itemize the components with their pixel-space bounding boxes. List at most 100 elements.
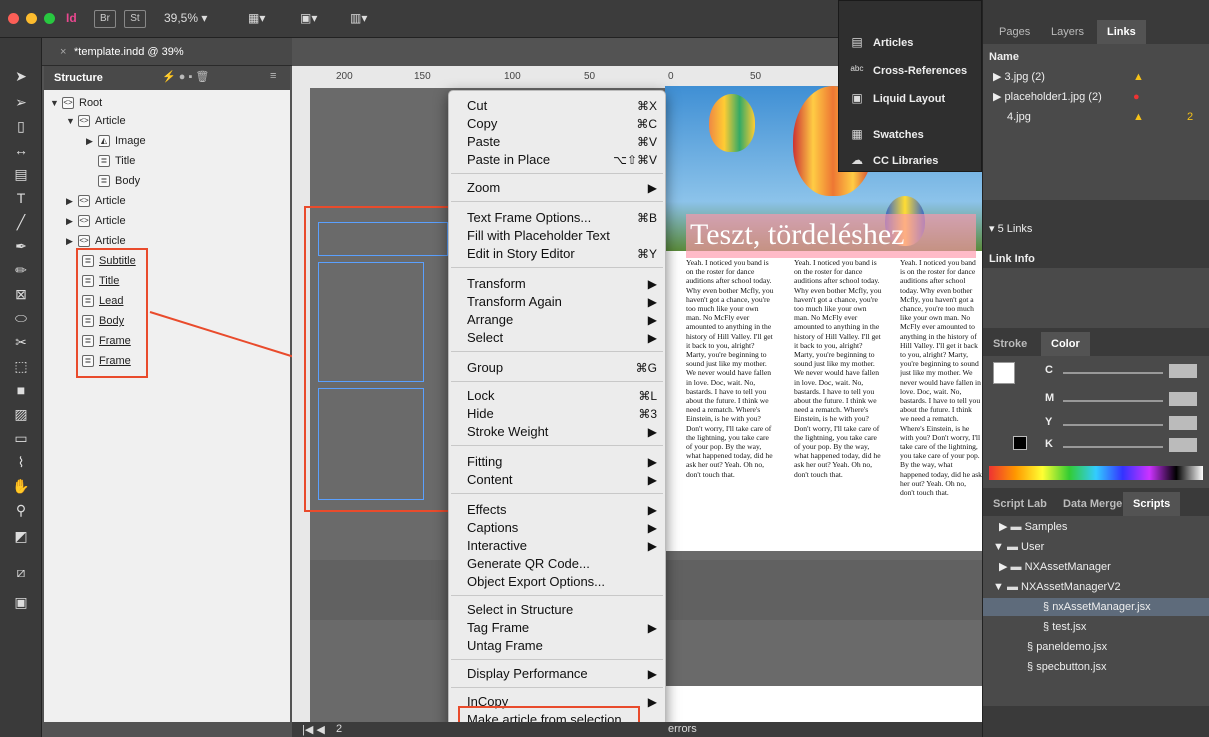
status-bar: |◀ ◀ 2 errors <box>292 722 982 737</box>
menu-item-display-performance[interactable]: Display Performance ▶ <box>467 665 657 683</box>
menu-item-select-in-structure[interactable]: Select in Structure <box>467 601 657 619</box>
script-paneldemo[interactable]: § paneldemo.jsx <box>1027 638 1107 656</box>
menu-separator <box>451 659 663 660</box>
link-info-area <box>983 268 1209 328</box>
links-name-column[interactable]: Name <box>989 48 1019 66</box>
tab-links[interactable]: Links <box>1097 20 1146 44</box>
menu-item-transform-again[interactable]: Transform Again ▶ <box>467 293 657 311</box>
menu-item-generate-qr-code[interactable]: Generate QR Code... <box>467 555 657 573</box>
tab-data-merge[interactable]: Data Merge <box>1053 492 1132 516</box>
menu-item-content[interactable]: Content ▶ <box>467 471 657 489</box>
headline-text: Teszt, tördeléshez <box>690 218 905 251</box>
ruler-tick: 150 <box>414 71 431 82</box>
cc-libraries-panel-button[interactable]: CC Libraries <box>873 155 938 167</box>
color-spectrum-bar[interactable] <box>989 466 1203 480</box>
menu-item-arrange[interactable]: Arrange ▶ <box>467 311 657 329</box>
menu-item-group[interactable]: Group ⌘G <box>467 359 657 377</box>
menu-item-interactive[interactable]: Interactive ▶ <box>467 537 657 555</box>
script-specbutton[interactable]: § specbutton.jsx <box>1027 658 1107 676</box>
link-page-number[interactable]: 2 <box>1187 108 1193 126</box>
body-column-2[interactable]: Yeah. I noticed you band is on the roste… <box>794 258 882 486</box>
articles-icon: ▤ <box>851 35 863 49</box>
floating-panel-group: ▤ Articles ᵃᵇᶜ Cross-References ▣ Liquid… <box>838 0 982 172</box>
swatches-panel-button[interactable]: Swatches <box>873 129 924 141</box>
tab-pages[interactable]: Pages <box>989 20 1040 44</box>
script-folder-user[interactable]: ▼ ▬ User <box>993 538 1044 556</box>
menu-item-transform[interactable]: Transform ▶ <box>467 275 657 293</box>
links-count: ▾ 5 Links <box>989 223 1033 235</box>
black-swatch[interactable] <box>1013 436 1027 450</box>
menu-item-text-frame-options[interactable]: Text Frame Options... ⌘B <box>467 209 657 227</box>
menu-item-select[interactable]: Select ▶ <box>467 329 657 347</box>
menu-item-fitting[interactable]: Fitting ▶ <box>467 453 657 471</box>
script-nxassetmanager[interactable]: § nxAssetManager.jsx <box>983 598 1209 616</box>
menu-separator <box>451 493 663 494</box>
menu-item-paste-in-place[interactable]: Paste in Place ⌥⇧⌘V <box>467 151 657 169</box>
magenta-label: M <box>1045 392 1055 404</box>
preflight-errors[interactable]: errors <box>668 723 697 735</box>
first-page-icon[interactable]: |◀ ◀ <box>302 723 325 736</box>
subtitle-frame[interactable] <box>318 222 448 256</box>
menu-item-fill-placeholder[interactable]: Fill with Placeholder Text <box>467 227 657 245</box>
magenta-slider[interactable] <box>1063 400 1163 402</box>
tab-stroke[interactable]: Stroke <box>983 332 1037 356</box>
script-folder-nxassetmanager[interactable]: ▶ ▬ NXAssetManager <box>999 558 1111 576</box>
script-folder-samples[interactable]: ▶ ▬ Samples <box>999 518 1067 536</box>
tab-color[interactable]: Color <box>1041 332 1090 356</box>
cyan-value-field[interactable] <box>1169 364 1197 378</box>
magenta-value-field[interactable] <box>1169 392 1197 406</box>
script-icon: § <box>1043 621 1050 633</box>
black-slider[interactable] <box>1063 446 1163 448</box>
menu-separator <box>451 445 663 446</box>
menu-separator <box>451 267 663 268</box>
lead-frame[interactable] <box>318 262 424 382</box>
ruler-tick: 100 <box>504 71 521 82</box>
black-value-field[interactable] <box>1169 438 1197 452</box>
menu-separator <box>451 595 663 596</box>
fill-stroke-swatch[interactable] <box>993 362 1015 384</box>
body-column-3[interactable]: Yeah. I noticed you band is on the roste… <box>900 258 982 530</box>
menu-item-edit-in-story-editor[interactable]: Edit in Story Editor ⌘Y <box>467 245 657 263</box>
menu-item-captions[interactable]: Captions ▶ <box>467 519 657 537</box>
scripts-list: ▶ ▬ Samples ▼ ▬ User ▶ ▬ NXAssetManager … <box>983 516 1209 706</box>
body-frame[interactable] <box>318 388 424 500</box>
warning-icon: ▲ <box>1133 71 1144 83</box>
menu-item-object-export-options[interactable]: Object Export Options... <box>467 573 657 591</box>
ruler-tick: 50 <box>750 71 762 82</box>
tab-layers[interactable]: Layers <box>1041 20 1094 44</box>
missing-link-icon: ● <box>1133 91 1140 103</box>
page-number-field[interactable]: 2 <box>336 723 342 735</box>
tab-script-label[interactable]: Script Lab <box>983 492 1057 516</box>
menu-item-tag-frame[interactable]: Tag Frame ▶ <box>467 619 657 637</box>
headline-frame[interactable]: Teszt, tördeléshez <box>686 214 976 258</box>
menu-separator <box>451 351 663 352</box>
menu-item-stroke-weight[interactable]: Stroke Weight ▶ <box>467 423 657 441</box>
link-row[interactable]: ▶ placeholder1.jpg (2) ● <box>993 88 1140 106</box>
menu-item-untag-frame[interactable]: Untag Frame <box>467 637 657 655</box>
menu-item-hide[interactable]: Hide ⌘3 <box>467 405 657 423</box>
menu-item-zoom[interactable]: Zoom ▶ <box>467 179 657 197</box>
body-column-1[interactable]: Yeah. I noticed you band is on the roste… <box>686 258 774 486</box>
yellow-slider[interactable] <box>1063 424 1163 426</box>
tab-scripts[interactable]: Scripts <box>1123 492 1181 516</box>
yellow-value-field[interactable] <box>1169 416 1197 430</box>
link-info-header[interactable]: Link Info <box>989 250 1035 268</box>
menu-separator <box>451 201 663 202</box>
link-row[interactable]: 4.jpg ▲ 2 <box>1007 108 1193 126</box>
right-panel-dock: Pages Layers Links Name ▶ 3.jpg (2) ▲ ▶ p… <box>982 0 1209 737</box>
link-row[interactable]: ▶ 3.jpg (2) ▲ <box>993 68 1144 86</box>
cyan-label: C <box>1045 364 1053 376</box>
menu-item-cut[interactable]: Cut ⌘X <box>467 97 657 115</box>
cyan-slider[interactable] <box>1063 372 1163 374</box>
cross-references-panel-button[interactable]: Cross-References <box>873 65 967 77</box>
menu-item-paste[interactable]: Paste ⌘V <box>467 133 657 151</box>
menu-item-copy[interactable]: Copy ⌘C <box>467 115 657 133</box>
menu-item-effects[interactable]: Effects ▶ <box>467 501 657 519</box>
cc-libraries-icon: ☁ <box>851 153 863 167</box>
script-folder-nxassetmanagerv2[interactable]: ▼ ▬ NXAssetManagerV2 <box>993 578 1121 596</box>
liquid-layout-panel-button[interactable]: Liquid Layout <box>873 93 945 105</box>
script-test[interactable]: § test.jsx <box>1043 618 1086 636</box>
articles-panel-button[interactable]: Articles <box>873 37 913 49</box>
balloon-shape <box>709 94 755 152</box>
menu-item-lock[interactable]: Lock ⌘L <box>467 387 657 405</box>
